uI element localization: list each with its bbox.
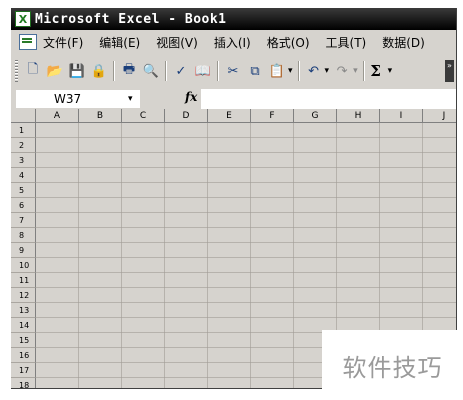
row-header[interactable]: 13 <box>11 303 36 318</box>
row-header[interactable]: 2 <box>11 138 36 153</box>
column-header-d[interactable]: D <box>165 109 208 123</box>
menu-tools[interactable]: 工具(T) <box>326 34 367 51</box>
row-header[interactable]: 5 <box>11 183 36 198</box>
watermark-text: 软件技巧 <box>322 330 463 400</box>
column-header-i[interactable]: I <box>380 109 423 123</box>
name-box[interactable]: W37 ▾ <box>15 89 141 109</box>
column-header-h[interactable]: H <box>337 109 380 123</box>
name-box-dropdown-icon[interactable]: ▾ <box>128 94 140 104</box>
menu-edit[interactable]: 编辑(E) <box>99 34 140 51</box>
autosum-dropdown-icon[interactable]: ▾ <box>388 66 393 76</box>
column-header-c[interactable]: C <box>122 109 165 123</box>
menu-insert[interactable]: 插入(I) <box>214 34 251 51</box>
toolbar-separator <box>217 61 219 81</box>
undo-icon[interactable]: ↶ <box>304 61 324 81</box>
redo-icon[interactable]: ↷ <box>332 61 352 81</box>
insert-function-icon[interactable]: fx <box>185 90 197 104</box>
title-bar[interactable]: X Microsoft Excel - Book1 <box>11 8 456 30</box>
column-header-f[interactable]: F <box>251 109 294 123</box>
excel-app-icon[interactable]: X <box>15 11 31 27</box>
toolbar-separator <box>297 61 300 81</box>
column-header-a[interactable]: A <box>36 109 79 123</box>
column-header-e[interactable]: E <box>208 109 251 123</box>
paste-icon[interactable]: 📋 <box>267 61 287 81</box>
column-header-j[interactable]: J <box>423 109 456 123</box>
menu-file[interactable]: 文件(F) <box>43 34 83 51</box>
menu-format[interactable]: 格式(O) <box>267 34 310 51</box>
copy-icon[interactable]: ⧉ <box>245 61 265 81</box>
formula-bar: W37 ▾ fx <box>11 88 456 110</box>
menu-data[interactable]: 数据(D) <box>382 34 425 51</box>
column-headers: A B C D E F G H I J <box>36 109 456 123</box>
row-header[interactable]: 14 <box>11 318 36 333</box>
row-header[interactable]: 17 <box>11 363 36 378</box>
row-headers: 1 2 3 4 5 6 7 8 9 10 11 12 13 14 15 16 1… <box>11 123 36 388</box>
research-icon[interactable]: 📖 <box>193 61 213 81</box>
row-header[interactable]: 15 <box>11 333 36 348</box>
paste-dropdown-icon[interactable]: ▾ <box>288 66 293 76</box>
redo-dropdown-icon[interactable]: ▾ <box>353 66 358 76</box>
row-header[interactable]: 9 <box>11 243 36 258</box>
column-header-g[interactable]: G <box>294 109 337 123</box>
new-icon[interactable]: 🗋 <box>23 61 43 81</box>
spelling-icon[interactable]: ✓ <box>171 61 191 81</box>
toolbar-overflow-icon[interactable]: » <box>445 60 454 82</box>
row-header[interactable]: 4 <box>11 168 36 183</box>
menu-bar: 文件(F) 编辑(E) 视图(V) 插入(I) 格式(O) 工具(T) 数据(D… <box>11 30 456 54</box>
row-header[interactable]: 18 <box>11 378 36 388</box>
row-header[interactable]: 16 <box>11 348 36 363</box>
toolbar-separator <box>165 61 167 81</box>
workbook-icon[interactable] <box>19 34 37 50</box>
row-header[interactable]: 8 <box>11 228 36 243</box>
toolbar-grip[interactable] <box>15 60 18 82</box>
column-header-b[interactable]: B <box>79 109 122 123</box>
toolbar-separator <box>113 61 115 81</box>
row-header[interactable]: 6 <box>11 198 36 213</box>
toolbar-separator <box>362 61 365 81</box>
name-box-value[interactable]: W37 <box>54 92 128 106</box>
print-icon[interactable]: 🖶 <box>119 61 139 81</box>
row-header[interactable]: 1 <box>11 123 36 138</box>
row-header[interactable]: 12 <box>11 288 36 303</box>
row-header[interactable]: 10 <box>11 258 36 273</box>
print-preview-icon[interactable]: 🔍 <box>141 61 161 81</box>
formula-input[interactable] <box>201 89 456 109</box>
open-icon[interactable]: 📂 <box>45 61 65 81</box>
cut-icon[interactable]: ✂ <box>223 61 243 81</box>
standard-toolbar: 🗋 📂 💾 🔒 🖶 🔍 ✓ 📖 ✂ ⧉ 📋 ▾ ↶ ▾ ↷ ▾ Σ ▾ » <box>11 54 456 88</box>
undo-dropdown-icon[interactable]: ▾ <box>325 66 330 76</box>
menu-view[interactable]: 视图(V) <box>156 34 198 51</box>
row-header[interactable]: 11 <box>11 273 36 288</box>
permission-icon[interactable]: 🔒 <box>89 61 109 81</box>
autosum-icon[interactable]: Σ <box>368 62 384 80</box>
save-icon[interactable]: 💾 <box>67 61 87 81</box>
select-all-corner[interactable] <box>11 109 36 123</box>
row-header[interactable]: 3 <box>11 153 36 168</box>
row-header[interactable]: 7 <box>11 213 36 228</box>
window-title: Microsoft Excel - Book1 <box>35 11 227 27</box>
